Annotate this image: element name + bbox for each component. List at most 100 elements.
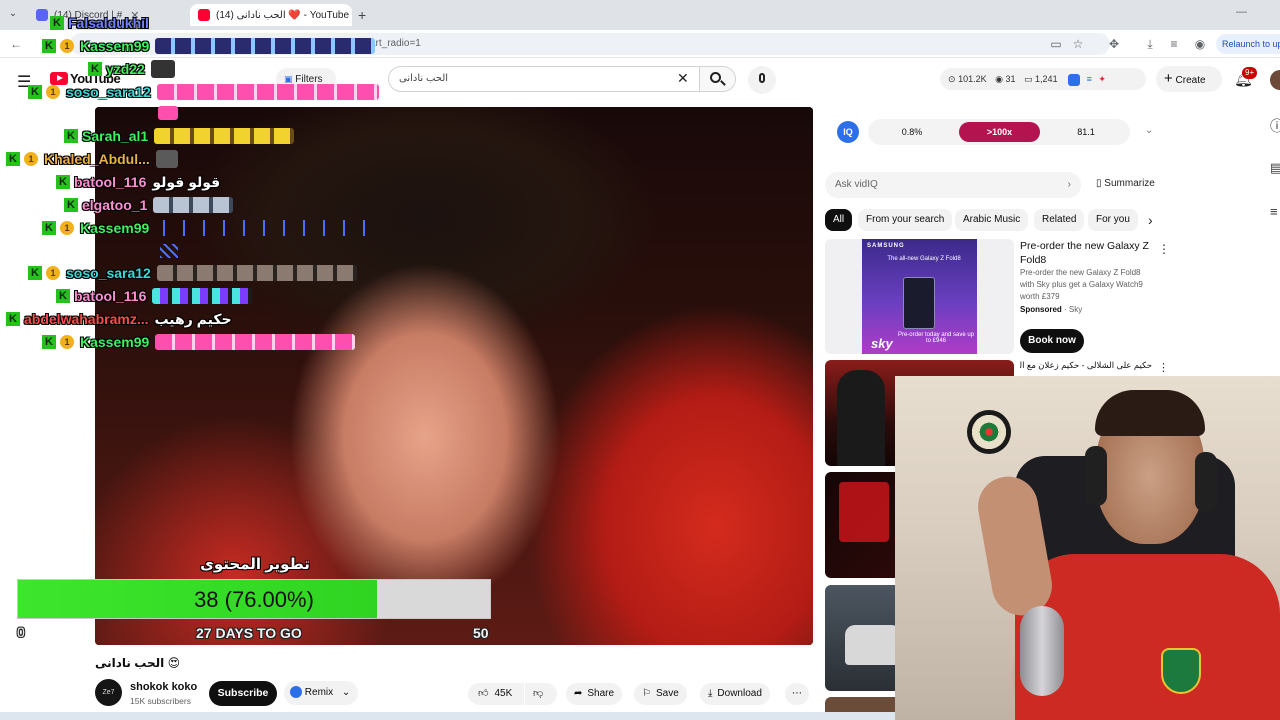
chat-message: K 1 Kassem99: [42, 37, 376, 55]
ad-more-icon[interactable]: ⋮: [1158, 242, 1170, 256]
ad-title[interactable]: Pre-order the new Galaxy Z Fold8: [1020, 239, 1150, 267]
vidiq-expand-chevron-icon[interactable]: ⌄: [1145, 125, 1153, 136]
views-icon: ⊙: [948, 74, 956, 84]
chat-message: K 1 soso_sara12: [28, 83, 379, 101]
channel-name[interactable]: shokok koko: [130, 681, 197, 693]
chat-message: K Falsaldukhil: [50, 14, 155, 32]
book-now-button[interactable]: Book now: [1020, 329, 1084, 353]
recommended-more-icon[interactable]: ⋮: [1158, 361, 1169, 374]
ask-vidiq-input[interactable]: Ask vidIQ ›: [825, 172, 1081, 198]
side-info-icon[interactable]: ⓘ: [1270, 116, 1280, 136]
chat-username: Sarah_al1: [82, 128, 149, 144]
summarize-button[interactable]: ▯ Summarize: [1096, 178, 1155, 189]
kick-badge-icon: K: [42, 221, 56, 235]
like-button[interactable]: 👍︎ 45K: [468, 683, 524, 705]
kick-badge-icon: K: [56, 289, 70, 303]
chat-username: soso_sara12: [66, 84, 151, 100]
advertiser-label: Sky: [1068, 305, 1083, 314]
goal-progress-bar: 38 (76.00%): [17, 579, 491, 619]
chat-message: K 1 soso_sara12: [28, 264, 357, 282]
kick-badge-icon: K: [64, 198, 78, 212]
ad-sponsor-line: Sponsored · Sky: [1020, 305, 1083, 314]
chip-arabic-music[interactable]: Arabic Music: [955, 209, 1029, 231]
chat-username: batool_116: [74, 174, 147, 190]
dislike-button[interactable]: 👎︎: [525, 683, 557, 705]
goal-target-value: 50: [473, 625, 489, 641]
voice-search-button[interactable]: [748, 66, 776, 94]
ad-offer-text: Pre-order today and save up to £946: [897, 332, 975, 344]
book-now-label: Book now: [1028, 335, 1076, 346]
chat-message: K elgatoo_1: [64, 196, 234, 214]
headphones-image-right: [1195, 452, 1217, 512]
chat-username: Khaled_Abdul...: [44, 151, 150, 167]
chat-username: Kassem99: [80, 334, 150, 350]
minimize-window-icon[interactable]: —: [1236, 6, 1247, 18]
recommended-title-1[interactable]: حكيم على الشلالى - حكيم زعلان مع الجمهور: [1020, 360, 1152, 371]
thumbs-down-icon: 👎︎: [533, 688, 544, 699]
ad-thumbnail[interactable]: SAMSUNG The all-new Galaxy Z Fold8 sky P…: [825, 239, 1014, 354]
vidiq-tools-icon: ≡: [1086, 74, 1092, 84]
search-input[interactable]: الحب نادانى: [388, 66, 700, 92]
subscriber-count: 15K subscribers: [130, 696, 191, 706]
recommended-title-text: حكيم على الشلالى - حكيم زعلان مع الجمهور: [1020, 360, 1152, 370]
downloads-icon[interactable]: ⤓: [1142, 36, 1158, 52]
download-label: Download: [717, 688, 762, 699]
emote-strip: [154, 128, 295, 144]
create-button[interactable]: + Create: [1156, 66, 1222, 92]
extensions-icon[interactable]: ✥: [1106, 36, 1122, 52]
remix-label: Remix: [304, 687, 334, 698]
channel-avatar[interactable]: Ze7: [95, 679, 122, 706]
chip-from-your-search[interactable]: From your search: [858, 209, 953, 231]
ad-headline-text: The all-new Galaxy Z Fold8: [887, 256, 961, 262]
chip-all[interactable]: All: [825, 209, 853, 231]
chat-username: soso_sara12: [66, 265, 151, 281]
ad-description: Pre-order the new Galaxy Z Fold8 with Sk…: [1020, 267, 1150, 303]
windows-taskbar: [0, 712, 895, 720]
bookmark-star-icon[interactable]: ☆: [1070, 36, 1086, 52]
chip-related[interactable]: Related: [1034, 209, 1085, 231]
chip-label: All: [833, 214, 845, 225]
share-button[interactable]: ➦ Share: [566, 683, 623, 705]
watching-count: 31: [1005, 74, 1016, 84]
subscriber-coin-icon: 1: [46, 85, 60, 99]
remix-button[interactable]: Remix ⌄: [284, 681, 358, 705]
views-count: 101.2K: [958, 74, 987, 84]
summarize-label: Summarize: [1104, 178, 1155, 189]
chat-username: batool_116: [74, 288, 147, 304]
side-chat-icon[interactable]: ▤: [1270, 160, 1280, 176]
chip-label: Arabic Music: [963, 214, 1021, 225]
subscriber-coin-icon: 1: [60, 335, 74, 349]
save-button[interactable]: ⚐ Save: [634, 683, 687, 705]
profile-icon[interactable]: ◉: [1192, 36, 1208, 52]
clear-search-icon[interactable]: ✕: [677, 70, 689, 87]
vidiq-alert-icon: ✦: [1098, 74, 1106, 84]
download-button[interactable]: ⤓ Download: [700, 683, 770, 705]
subscriber-coin-icon: 1: [60, 39, 74, 53]
more-actions-button[interactable]: ⋯: [785, 683, 809, 705]
vidiq-metrics-bar[interactable]: 0.8% >100x 81.1: [868, 119, 1130, 145]
chat-message: K 1 Kassem99: [42, 333, 356, 351]
emote-strip: [152, 288, 253, 304]
vidiq-logo-icon: [1068, 73, 1081, 86]
chat-username: elgatoo_1: [82, 197, 148, 213]
sky-logo: sky: [871, 336, 893, 351]
chat-username: yzd22: [106, 61, 145, 77]
search-query-text: الحب نادانى: [399, 73, 449, 84]
headphones-image: [1085, 446, 1107, 506]
video-title: الحب نادانى 😍: [95, 656, 180, 670]
vidiq-stats-pill[interactable]: ⊙ 101.2K ◉ 31 ▭ 1,241 ≡ ✦: [940, 68, 1146, 90]
chip-label: For you: [1096, 214, 1130, 225]
install-app-icon[interactable]: ▭: [1048, 36, 1064, 52]
search-button[interactable]: [700, 66, 736, 92]
chips-next-icon[interactable]: ›: [1148, 212, 1153, 228]
relaunch-label: Relaunch to update: [1222, 39, 1280, 49]
chip-for-you[interactable]: For you: [1088, 209, 1138, 231]
relaunch-button[interactable]: Relaunch to update: [1216, 34, 1280, 54]
media-controls-icon[interactable]: ≡: [1166, 36, 1182, 52]
side-list-icon[interactable]: ≡: [1270, 204, 1278, 219]
share-label: Share: [587, 688, 615, 699]
subscriber-coin-icon: 1: [46, 266, 60, 280]
phone-image: [903, 277, 935, 329]
subscribe-button[interactable]: Subscribe: [209, 681, 277, 706]
chip-label: From your search: [866, 214, 945, 225]
